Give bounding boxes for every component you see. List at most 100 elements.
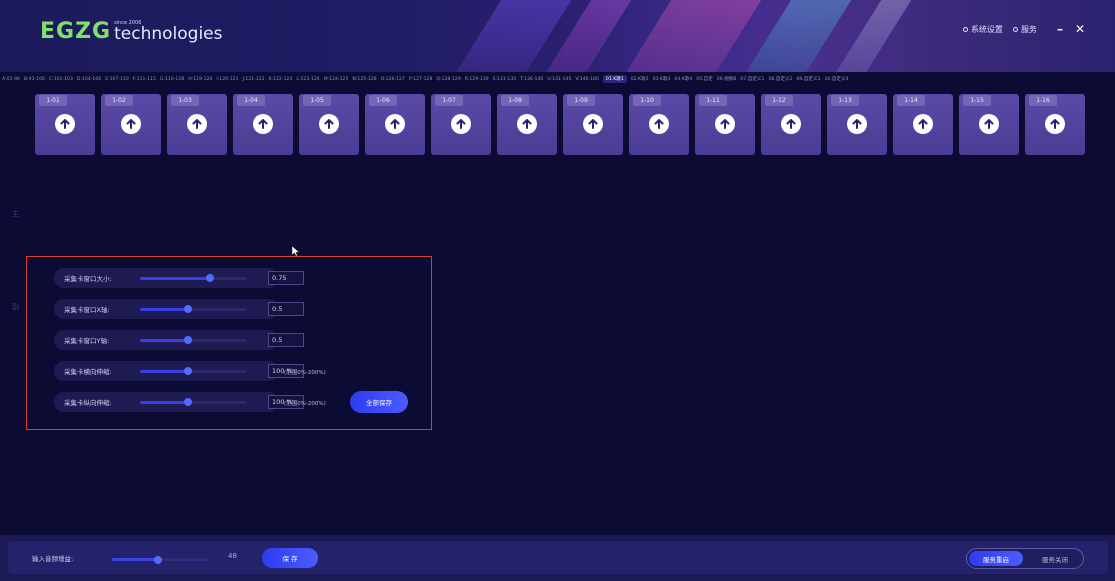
- audio-gain-save-button[interactable]: 保 存: [262, 548, 318, 568]
- service-restart-button[interactable]: 服务重启: [969, 551, 1023, 566]
- slider-thumb[interactable]: [183, 367, 192, 375]
- save-all-button[interactable]: 全部保存: [350, 391, 408, 413]
- service-link[interactable]: 服务: [1012, 24, 1037, 35]
- scene-tab[interactable]: L:123-124: [296, 77, 319, 82]
- channel-label: 1-06: [369, 95, 397, 106]
- channel-card[interactable]: 1-10: [629, 94, 689, 155]
- scene-tab[interactable]: V:146-180: [575, 77, 599, 82]
- setting-slider[interactable]: [140, 305, 246, 313]
- settings-icon: [962, 26, 968, 32]
- channel-card[interactable]: 1-12: [761, 94, 821, 155]
- setting-value-input[interactable]: 0.5: [268, 302, 304, 316]
- scene-tab[interactable]: 08.自定义2: [768, 76, 792, 82]
- scene-tab[interactable]: N:125-126: [352, 77, 376, 82]
- channel-list: 1-01 1-02 1-03 1-04 1-05 1-06 1-07 1-08 1-09 1-10…: [35, 94, 1085, 155]
- scene-tab[interactable]: R:129-130: [465, 77, 489, 82]
- scene-tab[interactable]: P:127-128: [409, 77, 433, 82]
- channel-card[interactable]: 1-09: [563, 94, 623, 155]
- scene-tab[interactable]: F:111-115: [133, 77, 156, 82]
- upload-arrow-icon[interactable]: [847, 114, 867, 134]
- title-bar: EGZG since 2006 technologies 系统设置 服务 – ✕: [0, 0, 1115, 72]
- setting-slider[interactable]: [140, 398, 246, 406]
- audio-gain-slider-thumb[interactable]: [154, 555, 163, 564]
- channel-card[interactable]: 1-13: [827, 94, 887, 155]
- channel-card[interactable]: 1-01: [35, 94, 95, 155]
- scene-tab[interactable]: 10.自定义4: [824, 76, 848, 82]
- service-stop-button[interactable]: 服务关闭: [1029, 551, 1081, 566]
- audio-gain-slider[interactable]: [112, 555, 208, 564]
- setting-value-input[interactable]: 0.75: [268, 271, 304, 285]
- channel-label: 1-10: [633, 95, 661, 106]
- setting-slider[interactable]: [140, 336, 246, 344]
- setting-slider[interactable]: [140, 367, 246, 375]
- close-button[interactable]: ✕: [1075, 22, 1085, 36]
- channel-card[interactable]: 1-05: [299, 94, 359, 155]
- channel-card[interactable]: 1-15: [959, 94, 1019, 155]
- scene-tab[interactable]: D:104-106: [77, 77, 101, 82]
- scene-tab[interactable]: 02.K歌2: [631, 76, 649, 82]
- upload-arrow-icon[interactable]: [121, 114, 141, 134]
- service-label: 服务: [1020, 24, 1037, 34]
- scene-tab[interactable]: C:101-103: [49, 77, 73, 82]
- channel-card[interactable]: 1-07: [431, 94, 491, 155]
- setting-slider[interactable]: [140, 274, 246, 282]
- brand-logo: EGZG since 2006 technologies: [40, 20, 222, 43]
- scene-tab[interactable]: 04.K歌4: [674, 76, 692, 82]
- channel-card[interactable]: 1-04: [233, 94, 293, 155]
- upload-arrow-icon[interactable]: [385, 114, 405, 134]
- scene-tab[interactable]: S:131-135: [493, 77, 517, 82]
- scene-tab[interactable]: H:119-120: [188, 77, 212, 82]
- scene-tab[interactable]: T:136-140: [520, 77, 543, 82]
- upload-arrow-icon[interactable]: [583, 114, 603, 134]
- scene-tab[interactable]: B:91-100: [24, 77, 45, 82]
- slider-thumb[interactable]: [183, 305, 192, 313]
- scene-tab[interactable]: K:122-123: [269, 77, 293, 82]
- scene-tab[interactable]: 01.K歌1: [602, 75, 627, 83]
- system-settings-link[interactable]: 系统设置: [962, 24, 1003, 35]
- channel-card[interactable]: 1-11: [695, 94, 755, 155]
- channel-card[interactable]: 1-02: [101, 94, 161, 155]
- scene-tab[interactable]: O:126-127: [381, 77, 405, 82]
- upload-arrow-icon[interactable]: [253, 114, 273, 134]
- scene-tab[interactable]: 09.自定义3: [796, 76, 820, 82]
- scene-tab[interactable]: U:141-145: [547, 77, 571, 82]
- upload-arrow-icon[interactable]: [319, 114, 339, 134]
- scene-tab[interactable]: M:124-125: [324, 77, 349, 82]
- upload-arrow-icon[interactable]: [451, 114, 471, 134]
- scene-tab[interactable]: J:121-122: [243, 77, 265, 82]
- setting-value-input[interactable]: 0.5: [268, 333, 304, 347]
- channel-card[interactable]: 1-06: [365, 94, 425, 155]
- scene-tab[interactable]: 05.自定: [696, 76, 713, 82]
- channel-label: 1-01: [39, 95, 67, 106]
- channel-label: 1-16: [1029, 95, 1057, 106]
- upload-arrow-icon[interactable]: [1045, 114, 1065, 134]
- upload-arrow-icon[interactable]: [517, 114, 537, 134]
- upload-arrow-icon[interactable]: [979, 114, 999, 134]
- upload-arrow-icon[interactable]: [187, 114, 207, 134]
- upload-arrow-icon[interactable]: [913, 114, 933, 134]
- channel-card[interactable]: 1-16: [1025, 94, 1085, 155]
- upload-arrow-icon[interactable]: [781, 114, 801, 134]
- channel-card[interactable]: 1-03: [167, 94, 227, 155]
- upload-arrow-icon[interactable]: [715, 114, 735, 134]
- channel-label: 1-08: [501, 95, 529, 106]
- scene-tab[interactable]: 06.视频B: [717, 76, 737, 82]
- slider-thumb[interactable]: [183, 398, 192, 406]
- slider-fill: [140, 400, 188, 404]
- audio-gain-slider-fill: [112, 558, 159, 561]
- scene-tab[interactable]: G:116-118: [160, 77, 184, 82]
- minimize-button[interactable]: –: [1057, 22, 1063, 36]
- channel-card[interactable]: 1-14: [893, 94, 953, 155]
- slider-thumb[interactable]: [205, 274, 214, 282]
- scene-tab[interactable]: A:01-90: [2, 77, 20, 82]
- scene-tab[interactable]: 07.自定义1: [740, 76, 764, 82]
- scene-tab[interactable]: 03.K歌3: [653, 76, 671, 82]
- scene-tab[interactable]: I:120-121: [216, 77, 238, 82]
- audio-gain-label: 输入音频增益:: [32, 555, 74, 563]
- slider-thumb[interactable]: [183, 336, 192, 344]
- scene-tab[interactable]: Q:128-129: [436, 77, 460, 82]
- upload-arrow-icon[interactable]: [649, 114, 669, 134]
- channel-card[interactable]: 1-08: [497, 94, 557, 155]
- upload-arrow-icon[interactable]: [55, 114, 75, 134]
- scene-tab[interactable]: E:107-110: [105, 77, 129, 82]
